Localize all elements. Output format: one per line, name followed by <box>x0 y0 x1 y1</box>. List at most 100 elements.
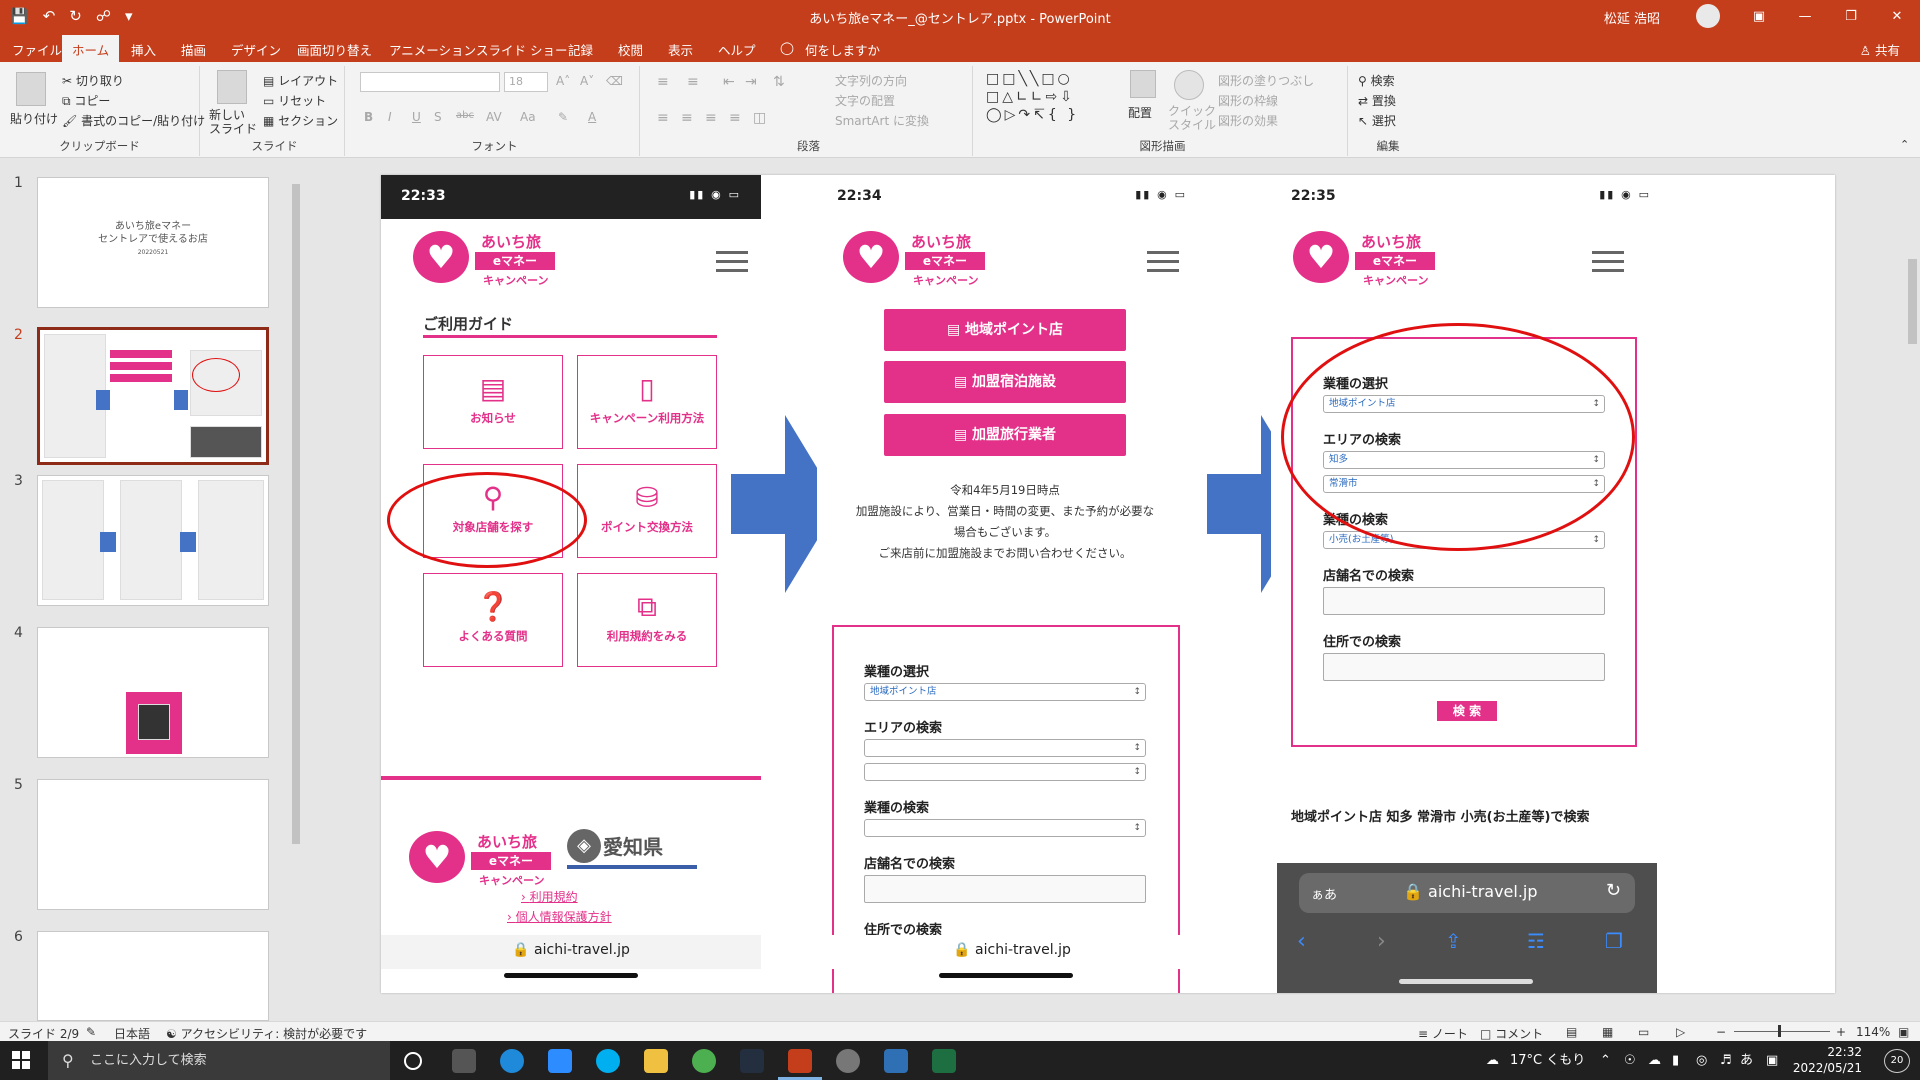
slideshow-icon[interactable]: ▷ <box>1676 1025 1685 1039</box>
find-button[interactable]: ⚲ 検索 <box>1358 72 1395 89</box>
tab-design[interactable]: デザイン <box>231 40 281 59</box>
menu-icon[interactable] <box>716 251 748 273</box>
quick-styles-icon[interactable] <box>1174 70 1204 100</box>
bullets-icon[interactable]: ≡ <box>657 74 669 90</box>
arrange-button[interactable]: 配置 <box>1128 104 1152 121</box>
volume-icon[interactable]: ♬ <box>1720 1041 1732 1080</box>
guide-card-campaign-usage[interactable]: ▯ キャンペーン利用方法 <box>577 355 717 449</box>
font-size-box[interactable]: 18 <box>504 72 548 92</box>
reading-view-icon[interactable]: ▭ <box>1638 1025 1649 1039</box>
align-center-icon[interactable]: ≡ <box>681 110 693 126</box>
skype-icon[interactable] <box>596 1049 620 1073</box>
arrange-icon[interactable] <box>1130 70 1156 98</box>
thumbnails-scrollbar[interactable] <box>290 162 302 1017</box>
slide-canvas[interactable]: 22:33 ▮▮ ◉ ▭ ♥ あいち旅 eマネー キャンペーン ご利用ガイド ▤… <box>381 175 1835 993</box>
shop-name-input[interactable] <box>1323 587 1605 615</box>
cortana-icon[interactable] <box>404 1052 422 1070</box>
tabs-icon[interactable]: ❐ <box>1605 929 1623 953</box>
local-point-stores-button[interactable]: ▤ 地域ポイント店 <box>884 309 1126 351</box>
tab-home[interactable]: ホーム <box>62 35 120 62</box>
tray-chevron-icon[interactable]: ⌃ <box>1600 1041 1611 1080</box>
align-right-icon[interactable]: ≡ <box>705 110 717 126</box>
highlight-icon[interactable]: ✎ <box>558 110 568 124</box>
decrease-indent-icon[interactable]: ⇤ <box>723 74 735 90</box>
task-view-icon[interactable] <box>452 1049 476 1073</box>
reset-button[interactable]: ▭ リセット <box>263 92 326 109</box>
tell-me-search[interactable]: 何をしますか <box>805 40 880 59</box>
columns-icon[interactable]: ◫ <box>753 110 766 126</box>
user-name[interactable]: 松延 浩昭 <box>1604 8 1660 27</box>
slide-thumbnail-2[interactable] <box>37 327 269 465</box>
collapse-ribbon-icon[interactable]: ⌃ <box>1900 138 1909 151</box>
excel-icon[interactable] <box>932 1049 956 1073</box>
notification-center[interactable]: 20 <box>1884 1049 1910 1073</box>
copy-button[interactable]: ⧉ コピー <box>62 92 110 109</box>
spellcheck-icon[interactable]: ✎ <box>86 1025 96 1039</box>
powerpoint-icon[interactable] <box>788 1049 812 1073</box>
maximize-icon[interactable]: ❐ <box>1828 0 1874 32</box>
guide-card-terms[interactable]: ⧉ 利用規約をみる <box>577 573 717 667</box>
guide-card-news[interactable]: ▤ お知らせ <box>423 355 563 449</box>
slide-thumbnail-5[interactable] <box>37 779 269 910</box>
media-app-icon[interactable] <box>836 1049 860 1073</box>
weather-icon[interactable]: ☁ <box>1486 1041 1499 1080</box>
fit-slide-icon[interactable]: ▣ <box>1898 1025 1909 1039</box>
tab-record[interactable]: 記録 <box>568 40 593 59</box>
line-spacing-icon[interactable]: ⇅ <box>773 74 785 90</box>
zoom-in-icon[interactable]: + <box>1836 1025 1846 1039</box>
ime-indicator[interactable]: あ <box>1740 1041 1753 1080</box>
format-painter-button[interactable]: 🖌 書式のコピー/貼り付け <box>62 112 205 129</box>
bold-button[interactable]: B <box>364 110 373 124</box>
text-direction-button[interactable]: 文字列の方向 <box>835 72 907 89</box>
tab-transitions[interactable]: 画面切り替え <box>297 40 372 59</box>
file-explorer-icon[interactable] <box>644 1049 668 1073</box>
section-button[interactable]: ▦ セクション <box>263 112 338 129</box>
text-size-button[interactable]: ぁあ <box>1311 884 1337 903</box>
tab-review[interactable]: 校閲 <box>618 40 643 59</box>
avatar[interactable] <box>1696 4 1720 28</box>
shadow-button[interactable]: S <box>434 110 442 124</box>
share-button[interactable]: ♙ 共有 <box>1860 40 1900 59</box>
meet-now-icon[interactable]: ☉ <box>1624 1041 1636 1080</box>
shop-name-input[interactable] <box>864 875 1146 903</box>
shrink-font-icon[interactable]: A˅ <box>580 74 594 88</box>
strikethrough-button[interactable]: abc <box>456 110 474 121</box>
ime-mode-icon[interactable]: ▣ <box>1766 1041 1778 1080</box>
network-icon[interactable]: ◎ <box>1696 1041 1707 1080</box>
reload-icon[interactable]: ↻ <box>1606 880 1621 901</box>
paste-button[interactable]: 貼り付け <box>10 110 58 127</box>
tab-slideshow[interactable]: スライド ショー <box>476 40 567 59</box>
clear-format-icon[interactable]: ⌫ <box>606 74 623 88</box>
tab-animations[interactable]: アニメーション <box>389 40 476 59</box>
area-select-2[interactable] <box>864 763 1146 781</box>
terms-link[interactable]: › 利用規約 <box>521 888 578 905</box>
increase-indent-icon[interactable]: ⇥ <box>745 74 757 90</box>
change-case-button[interactable]: Aa <box>520 110 536 124</box>
scrollbar-thumb[interactable] <box>292 184 300 844</box>
guide-card-faq[interactable]: ❓ よくある質問 <box>423 573 563 667</box>
taskbar-search[interactable]: ⚲ ここに入力して検索 <box>48 1041 390 1080</box>
numbering-icon[interactable]: ≡ <box>687 74 699 90</box>
amazon-music-icon[interactable] <box>740 1049 764 1073</box>
select-button[interactable]: ↖ 選択 <box>1358 112 1396 129</box>
tab-view[interactable]: 表示 <box>668 40 693 59</box>
photos-icon[interactable] <box>884 1049 908 1073</box>
bookmarks-icon[interactable]: ☶ <box>1527 929 1545 953</box>
font-color-button[interactable]: A <box>588 110 596 124</box>
back-icon[interactable]: ‹ <box>1297 929 1306 954</box>
zoom-app-icon[interactable] <box>548 1049 572 1073</box>
zoom-out-icon[interactable]: − <box>1716 1025 1726 1039</box>
url-bar[interactable]: 🔒 aichi-travel.jp <box>817 935 1207 969</box>
menu-icon[interactable] <box>1147 251 1179 273</box>
type-select[interactable]: 地域ポイント店 <box>864 683 1146 701</box>
member-lodging-button[interactable]: ▤ 加盟宿泊施設 <box>884 361 1126 403</box>
forward-icon[interactable]: › <box>1377 929 1386 954</box>
ribbon-display-icon[interactable]: ▣ <box>1736 0 1782 32</box>
quick-styles-button[interactable]: クイック スタイル <box>1168 104 1216 132</box>
business-select[interactable] <box>864 819 1146 837</box>
zoom-level[interactable]: 114% <box>1856 1025 1890 1039</box>
slide-sorter-icon[interactable]: ▦ <box>1602 1025 1613 1039</box>
slide-thumbnail-1[interactable]: あいち旅eマネー セントレアで使えるお店 20220521 <box>37 177 269 308</box>
edge-icon[interactable] <box>500 1049 524 1073</box>
language-indicator[interactable]: 日本語 <box>114 1025 150 1042</box>
